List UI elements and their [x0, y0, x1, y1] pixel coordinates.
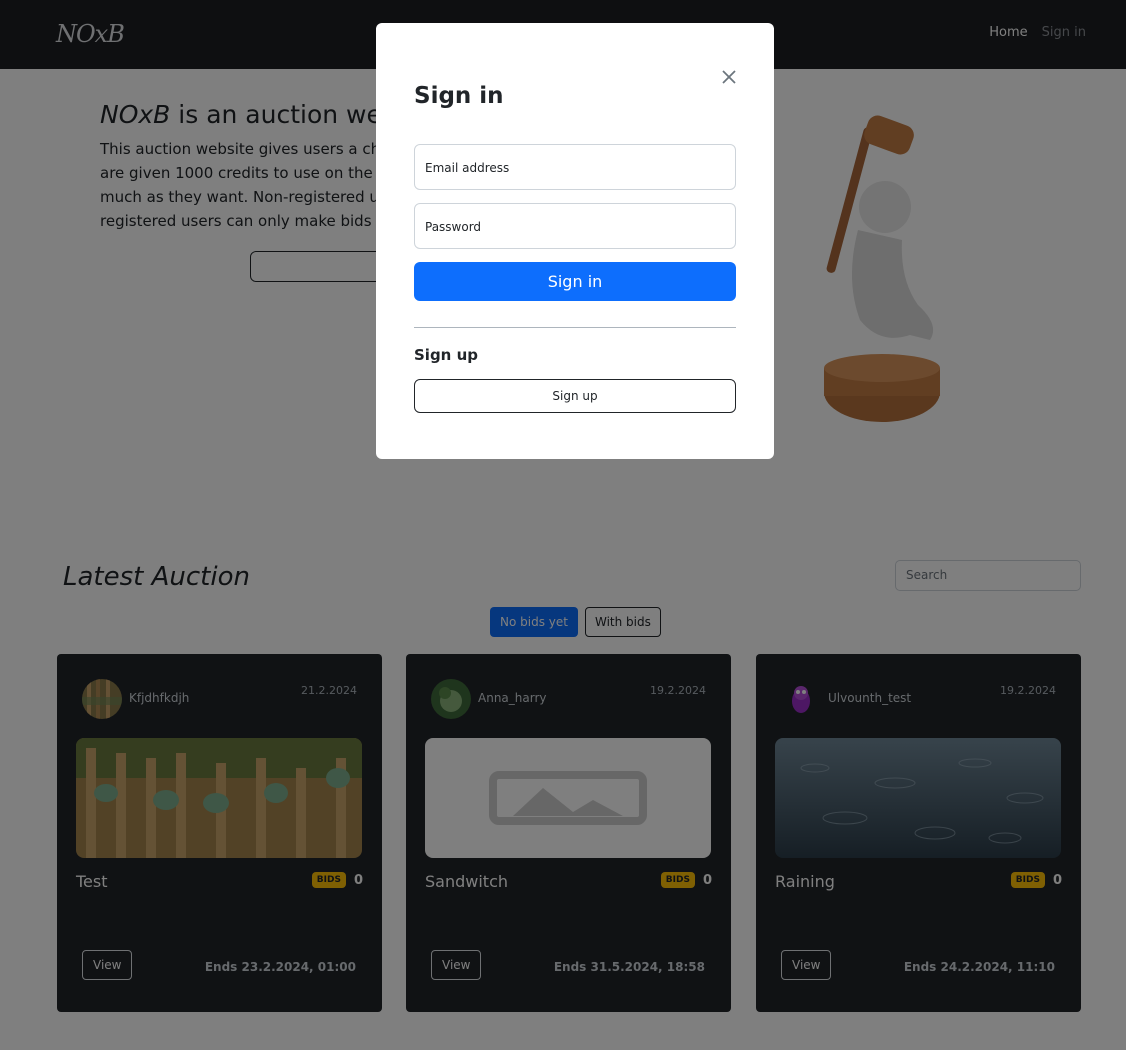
close-icon[interactable]: [720, 68, 738, 86]
signin-modal: Sign in Email address Password Sign in S…: [376, 23, 774, 459]
password-field[interactable]: Password: [414, 203, 736, 249]
divider: [414, 327, 736, 328]
signin-button[interactable]: Sign in: [414, 262, 736, 301]
modal-title: Sign in: [414, 83, 504, 109]
signup-button[interactable]: Sign up: [414, 379, 736, 413]
signup-heading: Sign up: [414, 346, 478, 364]
email-field[interactable]: Email address: [414, 144, 736, 190]
